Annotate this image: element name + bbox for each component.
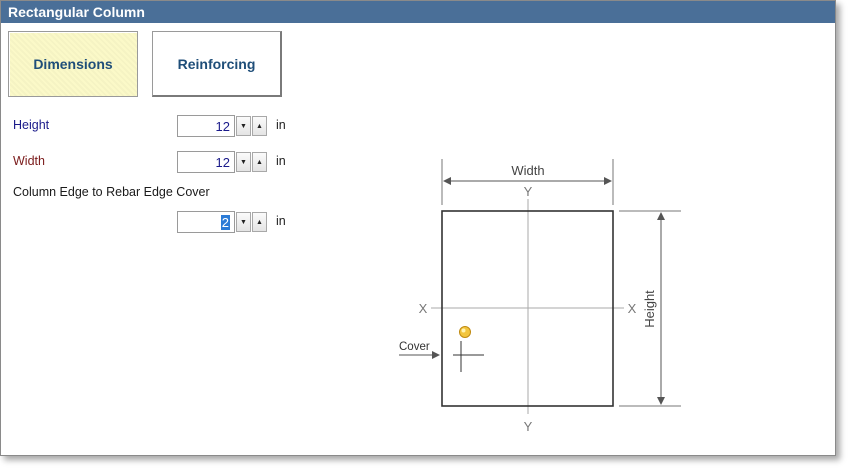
width-dim-label: Width bbox=[511, 163, 544, 178]
rebar-icon bbox=[459, 326, 471, 338]
x-axis-left-label: X bbox=[419, 301, 428, 316]
cover-dim-label: Cover bbox=[399, 341, 430, 353]
height-dim-label: Height bbox=[642, 290, 657, 328]
y-axis-bottom-label: Y bbox=[524, 419, 533, 434]
x-axis-right-label: X bbox=[628, 301, 637, 316]
y-axis-top-label: Y bbox=[524, 184, 533, 199]
column-section-diagram: Width Y Y X X Height Cover bbox=[399, 159, 681, 434]
rebar-highlight bbox=[461, 328, 466, 333]
rectangular-column-window: Rectangular Column Dimensions Reinforcin… bbox=[0, 0, 836, 456]
